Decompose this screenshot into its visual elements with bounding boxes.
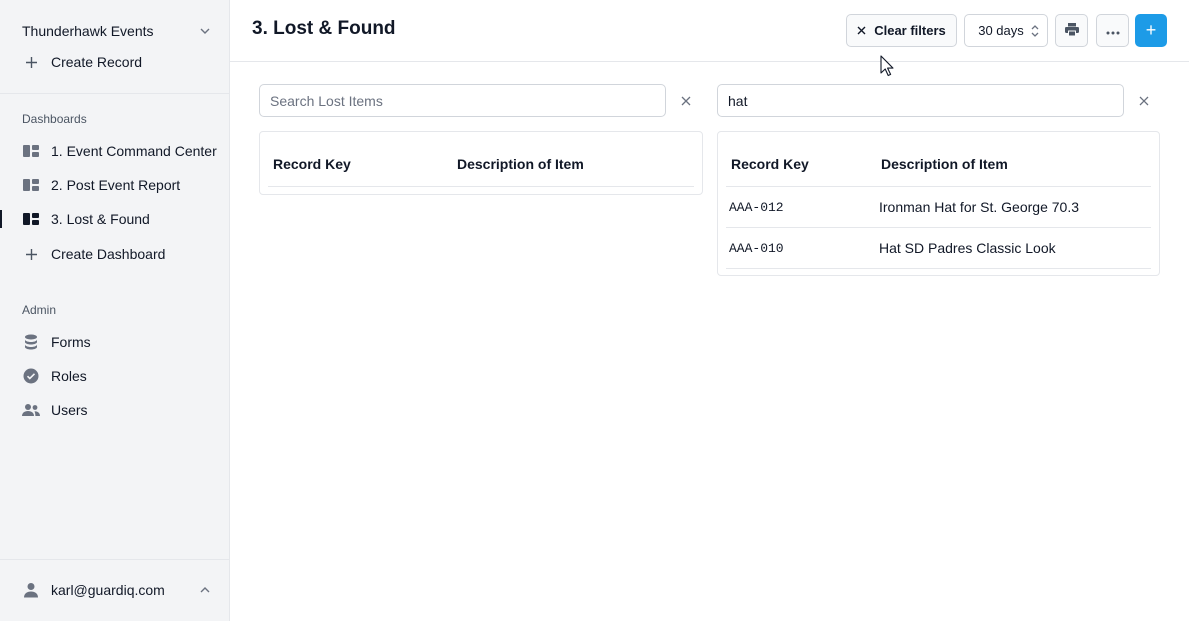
sidebar-item-label: 1. Event Command Center	[51, 143, 217, 159]
chevron-up-icon	[198, 583, 212, 597]
sidebar-item-lost-and-found[interactable]: 3. Lost & Found	[0, 204, 229, 234]
page-header: 3. Lost & Found Clear filters 30 days +	[230, 0, 1189, 62]
clear-filters-button[interactable]: Clear filters	[846, 14, 957, 47]
column-header-description: Description of Item	[457, 156, 584, 172]
table-header-divider	[268, 186, 694, 187]
lost-items-table: Record Key Description of Item	[259, 131, 703, 195]
record-key-cell: AAA-010	[729, 241, 784, 256]
table-row[interactable]: AAA-010 Hat SD Padres Classic Look	[726, 228, 1151, 269]
database-icon	[22, 333, 40, 351]
record-key-cell: AAA-012	[729, 200, 784, 215]
description-cell: Hat SD Padres Classic Look	[879, 240, 1056, 256]
column-header-description: Description of Item	[881, 156, 1008, 172]
sidebar-item-label: 3. Lost & Found	[51, 211, 150, 227]
table-row[interactable]: AAA-012 Ironman Hat for St. George 70.3	[726, 187, 1151, 228]
select-arrows-icon	[1031, 24, 1039, 38]
create-record-label: Create Record	[51, 54, 143, 70]
org-name: Thunderhawk Events	[22, 23, 154, 39]
plus-icon	[22, 245, 40, 263]
create-dashboard-button[interactable]: Create Dashboard	[0, 239, 229, 269]
plus-icon: +	[1145, 20, 1157, 40]
date-range-select[interactable]: 30 days	[964, 14, 1048, 47]
sidebar-item-label: Users	[51, 402, 88, 418]
sidebar-item-event-command-center[interactable]: 1. Event Command Center	[0, 136, 229, 166]
clear-search-icon[interactable]	[1134, 91, 1154, 111]
org-switcher[interactable]: Thunderhawk Events	[22, 22, 212, 40]
sidebar-divider	[0, 559, 229, 560]
chevron-down-icon	[198, 24, 212, 38]
check-badge-icon	[22, 367, 40, 385]
clear-filters-label: Clear filters	[874, 23, 946, 38]
column-header-record-key: Record Key	[273, 156, 351, 172]
create-record-button[interactable]: Create Record	[0, 47, 229, 77]
more-options-button[interactable]	[1096, 14, 1129, 47]
users-icon	[22, 401, 40, 419]
sidebar-item-roles[interactable]: Roles	[0, 361, 229, 391]
plus-icon	[22, 53, 40, 71]
sidebar-item-label: Roles	[51, 368, 87, 384]
date-range-value: 30 days	[978, 23, 1024, 38]
page-title: 3. Lost & Found	[252, 18, 396, 39]
sidebar-item-label: 2. Post Event Report	[51, 177, 181, 193]
dashboard-icon	[22, 142, 40, 160]
description-cell: Ironman Hat for St. George 70.3	[879, 199, 1079, 215]
sidebar-divider	[0, 93, 229, 94]
sidebar-item-label: Forms	[51, 334, 91, 350]
ellipsis-icon	[1106, 23, 1120, 38]
add-button[interactable]: +	[1135, 14, 1167, 47]
user-menu[interactable]: karl@guardiq.com	[22, 580, 212, 600]
admin-section-label: Admin	[22, 303, 57, 317]
dashboard-icon	[22, 176, 40, 194]
search-filter-input[interactable]	[717, 84, 1124, 117]
sidebar-item-forms[interactable]: Forms	[0, 327, 229, 357]
user-email: karl@guardiq.com	[51, 582, 165, 598]
search-lost-items-input[interactable]	[259, 84, 666, 117]
close-icon	[857, 24, 866, 38]
dashboard-icon	[22, 210, 40, 228]
create-dashboard-label: Create Dashboard	[51, 246, 166, 262]
dashboards-section-label: Dashboards	[22, 112, 87, 126]
sidebar-item-post-event-report[interactable]: 2. Post Event Report	[0, 170, 229, 200]
sidebar-item-users[interactable]: Users	[0, 395, 229, 425]
column-header-record-key: Record Key	[731, 156, 809, 172]
clear-search-icon[interactable]	[676, 91, 696, 111]
user-icon	[22, 581, 40, 599]
print-button[interactable]	[1055, 14, 1088, 47]
printer-icon	[1064, 22, 1079, 39]
filtered-items-table: Record Key Description of Item AAA-012 I…	[717, 131, 1160, 276]
sidebar: Thunderhawk Events Create Record Dashboa…	[0, 0, 230, 621]
mouse-cursor-icon	[880, 55, 894, 77]
